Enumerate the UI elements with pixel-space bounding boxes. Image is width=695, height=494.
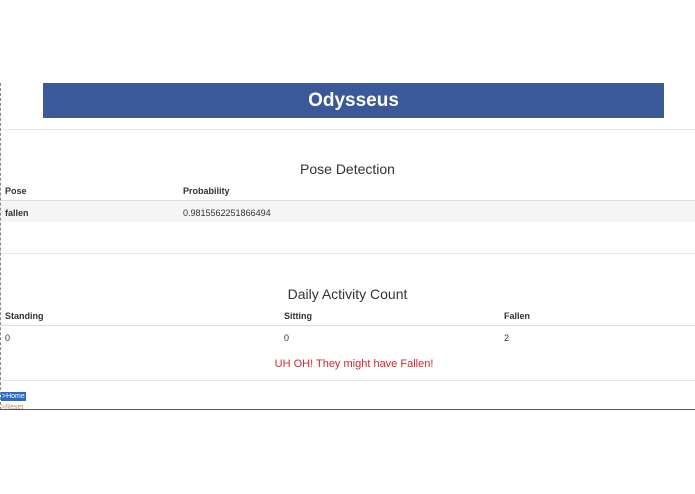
page-title: Odysseus [43,83,664,118]
divider [1,129,695,130]
column-header-pose: Pose [5,186,27,196]
column-header-sitting: Sitting [284,311,312,321]
home-link[interactable]: >Home [1,392,26,401]
column-header-standing: Standing [5,311,44,321]
pose-cell: fallen [5,208,29,218]
divider [1,380,695,381]
table-divider [1,325,695,326]
sitting-count-cell: 0 [284,333,290,343]
standing-count-cell: 0 [5,333,11,343]
probability-cell: 0.9815562251866494 [183,208,271,218]
fallen-count-cell: 2 [504,333,510,343]
daily-activity-title: Daily Activity Count [287,286,408,302]
reset-link[interactable]: >Reset [1,403,23,412]
bottom-border [0,409,695,410]
fall-alert-message: UH OH! They might have Fallen! [274,358,434,370]
pose-detection-title: Pose Detection [300,161,395,177]
divider [1,253,695,254]
table-row [1,201,695,222]
column-header-fallen: Fallen [504,311,531,321]
column-header-probability: Probability [183,186,230,196]
